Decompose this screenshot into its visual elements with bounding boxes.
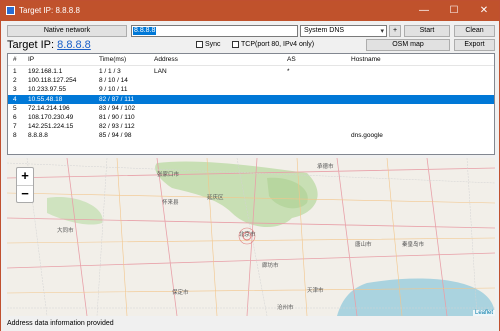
cell-ip: 192.168.1.1 (28, 68, 63, 75)
cell-time: 83 / 94 / 102 (99, 104, 136, 112)
map-label: 怀来县 (162, 200, 179, 206)
map-label: 沧州市 (277, 305, 294, 311)
minimize-button[interactable]: — (409, 1, 439, 21)
close-button[interactable]: ✕ (469, 1, 499, 21)
zoom-out-button[interactable]: − (17, 185, 33, 202)
map-zoom-control: + − (16, 167, 34, 203)
cell-time: 81 / 90 / 110 (99, 114, 135, 121)
zoom-in-button[interactable]: + (17, 168, 33, 185)
target-ip-link[interactable]: 8.8.8.8 (57, 39, 91, 51)
map-label: 大同市 (57, 228, 74, 234)
dns-select-value: System DNS (304, 27, 345, 34)
map-label: 承德市 (317, 164, 334, 170)
cell-index: 3 (13, 86, 17, 94)
cell-ip: 72.14.214.196 (28, 104, 70, 112)
maximize-button[interactable]: ☐ (439, 1, 469, 21)
cell-ip: 10.233.97.55 (28, 86, 66, 94)
cell-as: * (287, 68, 290, 75)
dns-select[interactable]: System DNS ▾ (300, 25, 387, 37)
map-label: 北京市 (239, 232, 256, 238)
cell-ip: 10.55.48.18 (28, 95, 63, 103)
cell-address: LAN (154, 68, 167, 75)
cell-ip: 108.170.230.49 (28, 114, 74, 121)
cell-ip: 8.8.8.8 (28, 132, 48, 140)
col-header-as[interactable]: AS (287, 56, 296, 63)
target-ip-prefix: Target IP: (7, 39, 58, 51)
target-ip-heading: Target IP: 8.8.8.8 (7, 39, 91, 51)
col-header-hostname[interactable]: Hostname (351, 56, 381, 63)
map-label: 唐山市 (355, 242, 372, 248)
cell-index: 6 (13, 114, 17, 121)
cell-ip: 142.251.224.15 (28, 123, 74, 131)
app-window: Target IP: 8.8.8.8 — ☐ ✕ Native network … (0, 0, 500, 331)
cell-hostname: dns.google (351, 132, 383, 140)
cell-time: 9 / 10 / 11 (99, 86, 128, 94)
map-label: 保定市 (172, 290, 189, 296)
table-row[interactable]: 3 10.233.97.55 9 / 10 / 11 (8, 85, 494, 94)
tcp-checkbox-label: TCP(port 80, IPv4 only) (241, 41, 315, 48)
sync-checkbox-box[interactable] (196, 41, 203, 48)
table-row[interactable]: 7 142.251.224.15 82 / 93 / 112 (8, 122, 494, 131)
clean-button[interactable]: Clean (454, 25, 495, 37)
cell-index: 8 (13, 132, 17, 140)
add-dns-button[interactable]: + (389, 25, 401, 37)
table-row[interactable]: 2 100.118.127.254 8 / 10 / 14 (8, 76, 494, 85)
tcp-checkbox-box[interactable] (232, 41, 239, 48)
native-network-button[interactable]: Native network (7, 25, 127, 37)
cell-time: 1 / 1 / 3 (99, 68, 121, 75)
cell-time: 82 / 87 / 111 (99, 95, 135, 103)
cell-time: 85 / 94 / 98 (99, 132, 132, 140)
cell-index: 1 (13, 68, 17, 75)
map-label: 延庆区 (207, 195, 224, 201)
sync-checkbox-label: Sync (205, 41, 221, 48)
sync-checkbox[interactable]: Sync (196, 41, 221, 48)
map-label: 天津市 (307, 288, 324, 294)
export-button[interactable]: Export (454, 39, 495, 51)
window-title: Target IP: 8.8.8.8 (19, 6, 80, 15)
map-label: 廊坊市 (262, 263, 279, 269)
cell-ip: 100.118.127.254 (28, 77, 77, 85)
table-row[interactable]: 6 108.170.230.49 81 / 90 / 110 (8, 113, 494, 122)
col-header-address[interactable]: Address (154, 56, 178, 63)
chevron-down-icon: ▾ (380, 28, 384, 35)
cell-time: 82 / 93 / 112 (99, 123, 135, 131)
title-bar[interactable]: Target IP: 8.8.8.8 — ☐ ✕ (1, 1, 499, 21)
table-header: # IP Time(ms) Address AS Hostname (8, 54, 494, 66)
cell-index: 7 (13, 123, 17, 131)
osm-map[interactable]: 承德市 张家口市 北京市 廊坊市 天津市 唐山市 秦皇岛市 保定市 大同市 怀来… (7, 158, 495, 316)
table-row[interactable]: 1 192.168.1.1 1 / 1 / 3 LAN * (8, 67, 494, 76)
status-text: Address data information provided (7, 320, 114, 327)
tcp-checkbox[interactable]: TCP(port 80, IPv4 only) (232, 41, 314, 48)
col-header-index[interactable]: # (13, 56, 17, 63)
table-row[interactable]: 5 72.14.214.196 83 / 94 / 102 (8, 104, 494, 113)
start-button[interactable]: Start (404, 25, 450, 37)
col-header-time[interactable]: Time(ms) (99, 56, 126, 63)
col-header-ip[interactable]: IP (28, 56, 34, 63)
table-row[interactable]: 4 10.55.48.18 82 / 87 / 111 (8, 94, 494, 104)
cell-index: 5 (13, 104, 17, 112)
cell-index: 2 (13, 77, 17, 85)
cell-time: 8 / 10 / 14 (99, 77, 128, 85)
ip-input-value: 8.8.8.8 (133, 27, 157, 35)
table-row[interactable]: 8 8.8.8.8 85 / 94 / 98 dns.google (8, 131, 494, 140)
map-label: 秦皇岛市 (402, 242, 425, 248)
status-bar: Address data information provided (1, 317, 499, 331)
map-label: 张家口市 (157, 172, 180, 178)
ip-input[interactable]: 8.8.8.8 (131, 25, 298, 37)
trace-table[interactable]: # IP Time(ms) Address AS Hostname 1 192.1… (7, 53, 495, 155)
app-icon (6, 6, 15, 15)
osm-map-button[interactable]: OSM map (366, 39, 450, 51)
leaflet-attribution[interactable]: Leaflet (472, 310, 495, 316)
cell-index: 4 (13, 95, 17, 103)
